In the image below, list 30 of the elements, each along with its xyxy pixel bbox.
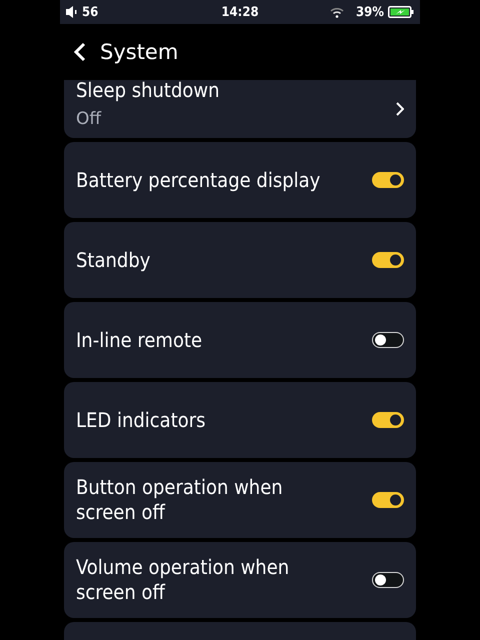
setting-label: LED indicators [76,408,207,432]
setting-label: Battery percentage display [76,168,321,192]
toggle-switch[interactable] [372,412,404,428]
setting-row[interactable]: Standby [64,222,416,298]
setting-label: In-line remote [76,328,204,352]
battery-icon [388,6,414,18]
setting-row[interactable]: Sleep shutdown Off [64,80,416,138]
toggle-switch[interactable] [372,172,404,188]
setting-label: Standby [76,248,152,272]
setting-row[interactable]: Battery percentage display [64,142,416,218]
setting-value: Off [76,108,102,128]
page-title: System [100,40,178,64]
setting-row[interactable]: In-line remote [64,302,416,378]
battery-percent: 39% [356,4,384,20]
back-icon[interactable] [74,42,86,62]
setting-label: Button operation when screen off [76,475,284,525]
setting-label: Volume operation when screen off [76,555,290,605]
toggle-switch[interactable] [372,252,404,268]
toggle-switch[interactable] [372,572,404,588]
clock-time: 14:28 [221,4,259,20]
setting-row[interactable]: Button operation when screen off [64,462,416,538]
toggle-switch[interactable] [372,332,404,348]
wifi-icon [330,6,344,18]
setting-row[interactable]: Volume operation when screen off [64,542,416,618]
chevron-right-icon [396,102,404,116]
volume-level: 56 [82,4,98,20]
setting-row[interactable]: LED indicators [64,382,416,458]
speaker-icon [66,6,78,18]
toggle-switch[interactable] [372,492,404,508]
setting-label: Sleep shutdown [76,80,221,102]
